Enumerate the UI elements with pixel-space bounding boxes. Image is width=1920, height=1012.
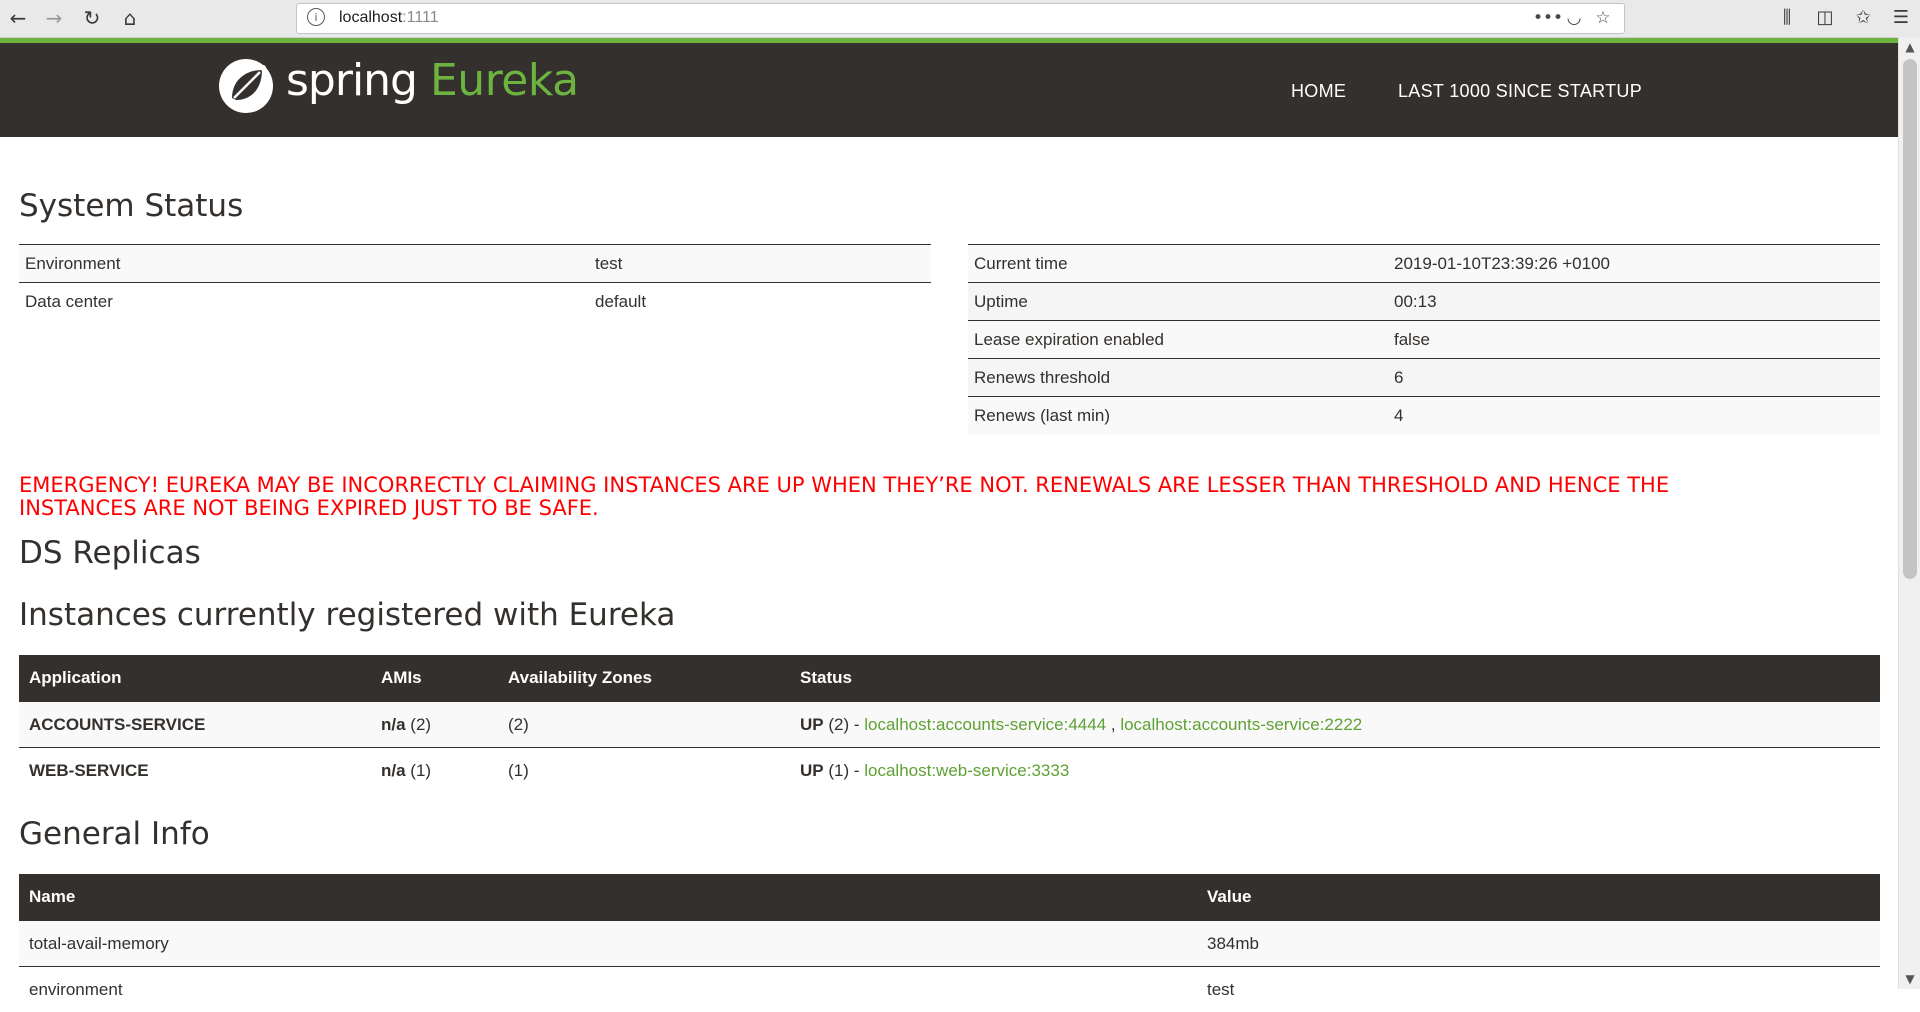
status-row-environment: Environment test xyxy=(19,245,931,283)
status-label: Uptime xyxy=(968,283,1388,321)
system-status-title: System Status xyxy=(19,188,243,224)
page-actions-icon[interactable]: ••• xyxy=(1533,7,1555,29)
status-label: Current time xyxy=(968,245,1388,283)
ami-count: (2) xyxy=(406,715,432,734)
status-label: Environment xyxy=(19,245,589,283)
status-up: UP xyxy=(800,715,824,734)
spring-leaf-icon[interactable] xyxy=(218,58,274,114)
col-status: Status xyxy=(790,655,1880,702)
general-info-title: General Info xyxy=(19,816,210,852)
status-value: 6 xyxy=(1388,359,1880,397)
ami-bold: n/a xyxy=(381,715,406,734)
ami-cell: n/a (1) xyxy=(371,748,498,794)
instance-link[interactable]: localhost:accounts-service:2222 xyxy=(1120,715,1362,734)
scroll-down-arrow-icon[interactable]: ▼ xyxy=(1899,969,1920,989)
browser-toolbar: ← → ↻ ⌂ i localhost:1111 ••• ◡ ☆ ⫼ ◫ ✩ ☰ xyxy=(0,0,1920,38)
status-row-current-time: Current time 2019-01-10T23:39:26 +0100 xyxy=(968,245,1880,283)
system-status-right-table: Current time 2019-01-10T23:39:26 +0100 U… xyxy=(968,244,1880,434)
emergency-line-2: INSTANCES ARE NOT BEING EXPIRED JUST TO … xyxy=(19,497,1879,520)
status-value: 00:13 xyxy=(1388,283,1880,321)
instances-table: Application AMIs Availability Zones Stat… xyxy=(19,655,1880,793)
app-name: ACCOUNTS-SERVICE xyxy=(19,702,371,748)
col-amis: AMIs xyxy=(371,655,498,702)
instance-link[interactable]: localhost:web-service:3333 xyxy=(864,761,1069,780)
url-port: :1111 xyxy=(402,9,438,26)
status-value: test xyxy=(589,245,931,283)
nav-home[interactable]: HOME xyxy=(1291,81,1346,102)
status-cell: UP (2) - localhost:accounts-service:4444… xyxy=(790,702,1880,748)
home-icon[interactable]: ⌂ xyxy=(118,6,142,30)
system-status-left-table: Environment test Data center default xyxy=(19,244,931,320)
status-row-renews-last-min: Renews (last min) 4 xyxy=(968,397,1880,435)
status-value: false xyxy=(1388,321,1880,359)
reload-icon[interactable]: ↻ xyxy=(80,6,104,30)
sidebar-icon[interactable]: ◫ xyxy=(1813,6,1837,30)
page-scrollbar[interactable]: ▲ ▼ xyxy=(1898,37,1920,989)
status-value: 2019-01-10T23:39:26 +0100 xyxy=(1388,245,1880,283)
link-separator: , xyxy=(1106,715,1120,734)
col-name: Name xyxy=(19,874,1197,921)
bookmark-star-icon[interactable]: ☆ xyxy=(1592,7,1614,29)
url-text[interactable]: localhost:1111 xyxy=(339,9,439,27)
emergency-line-1: EMERGENCY! EUREKA MAY BE INCORRECTLY CLA… xyxy=(19,474,1879,497)
ami-count: (1) xyxy=(406,761,432,780)
status-label: Data center xyxy=(19,283,589,321)
table-row: environment test xyxy=(19,967,1880,1012)
status-row-uptime: Uptime 00:13 xyxy=(968,283,1880,321)
status-value: default xyxy=(589,283,931,321)
ds-replicas-title: DS Replicas xyxy=(19,535,201,571)
status-cell: UP (1) - localhost:web-service:3333 xyxy=(790,748,1880,794)
instances-title: Instances currently registered with Eure… xyxy=(19,597,675,633)
ami-bold: n/a xyxy=(381,761,406,780)
status-up: UP xyxy=(800,761,824,780)
zones-cell: (2) xyxy=(498,702,790,748)
eureka-header: spring Eureka HOME LAST 1000 SINCE START… xyxy=(0,43,1898,137)
ami-cell: n/a (2) xyxy=(371,702,498,748)
forward-icon[interactable]: → xyxy=(42,6,66,30)
scroll-thumb[interactable] xyxy=(1903,59,1917,579)
status-row-data-center: Data center default xyxy=(19,283,931,321)
logo-spring-text[interactable]: spring xyxy=(286,55,417,106)
table-row: WEB-SERVICE n/a (1) (1) UP (1) - localho… xyxy=(19,748,1880,794)
info-value: 384mb xyxy=(1197,921,1880,967)
url-host: localhost xyxy=(339,9,402,26)
instance-link[interactable]: localhost:accounts-service:4444 xyxy=(864,715,1106,734)
general-info-header-row: Name Value xyxy=(19,874,1880,921)
status-value: 4 xyxy=(1388,397,1880,435)
status-row-lease-expiration: Lease expiration enabled false xyxy=(968,321,1880,359)
table-row: total-avail-memory 384mb xyxy=(19,921,1880,967)
col-value: Value xyxy=(1197,874,1880,921)
library-icon[interactable]: ⫼ xyxy=(1775,6,1799,30)
status-label: Renews (last min) xyxy=(968,397,1388,435)
status-count: (2) - xyxy=(824,715,865,734)
zones-cell: (1) xyxy=(498,748,790,794)
table-row: ACCOUNTS-SERVICE n/a (2) (2) UP (2) - lo… xyxy=(19,702,1880,748)
info-name: environment xyxy=(19,967,1197,1012)
back-icon[interactable]: ← xyxy=(6,6,30,30)
col-availability-zones: Availability Zones xyxy=(498,655,790,702)
status-row-renews-threshold: Renews threshold 6 xyxy=(968,359,1880,397)
status-count: (1) - xyxy=(824,761,865,780)
address-bar[interactable]: i localhost:1111 ••• ◡ ☆ xyxy=(296,3,1625,34)
nav-last-1000[interactable]: LAST 1000 SINCE STARTUP xyxy=(1398,81,1642,102)
pocket-icon[interactable]: ◡ xyxy=(1563,7,1585,29)
logo-eureka-text[interactable]: Eureka xyxy=(430,55,579,106)
instances-header-row: Application AMIs Availability Zones Stat… xyxy=(19,655,1880,702)
general-info-table: Name Value total-avail-memory 384mb envi… xyxy=(19,874,1880,1012)
status-label: Lease expiration enabled xyxy=(968,321,1388,359)
status-label: Renews threshold xyxy=(968,359,1388,397)
info-value: test xyxy=(1197,967,1880,1012)
col-application: Application xyxy=(19,655,371,702)
app-name: WEB-SERVICE xyxy=(19,748,371,794)
info-icon[interactable]: i xyxy=(307,8,325,26)
info-name: total-avail-memory xyxy=(19,921,1197,967)
menu-icon[interactable]: ☰ xyxy=(1889,6,1913,30)
scroll-up-arrow-icon[interactable]: ▲ xyxy=(1899,37,1920,57)
emergency-warning: EMERGENCY! EUREKA MAY BE INCORRECTLY CLA… xyxy=(19,474,1879,520)
bookmarks-icon[interactable]: ✩ xyxy=(1851,6,1875,30)
